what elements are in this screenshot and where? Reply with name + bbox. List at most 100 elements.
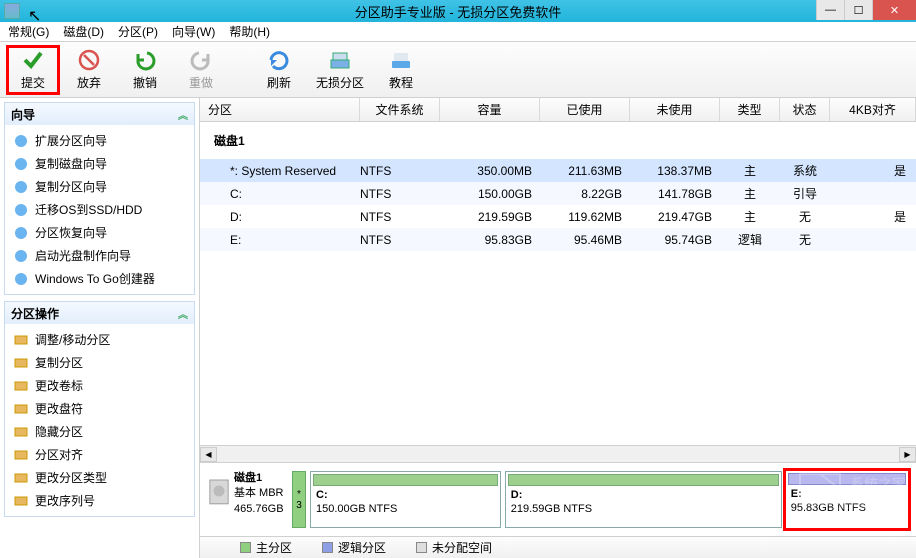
ops-item-label: 更改分区类型 xyxy=(35,469,107,486)
diskmap-reserved[interactable]: * 3 xyxy=(292,471,306,528)
tutorial-icon xyxy=(389,48,413,72)
diskmap-e-label: E: xyxy=(791,488,802,500)
ops-item-icon xyxy=(13,470,29,486)
redo-button[interactable]: 重做 xyxy=(174,45,228,95)
ops-item[interactable]: 更改盘符 xyxy=(7,397,192,420)
ops-item[interactable]: 更改分区类型 xyxy=(7,466,192,489)
disk-map: 磁盘1 基本 MBR 465.76GB * 3 C:150.00GB NTFS … xyxy=(200,462,916,536)
wizard-item[interactable]: 复制磁盘向导 xyxy=(7,152,192,175)
wizard-item[interactable]: 复制分区向导 xyxy=(7,175,192,198)
diskmap-type: 基本 MBR xyxy=(234,487,284,499)
diskmap-size: 465.76GB xyxy=(234,503,284,515)
ops-item[interactable]: 更改序列号 xyxy=(7,489,192,512)
ops-item[interactable]: 分区对齐 xyxy=(7,443,192,466)
menu-wizard[interactable]: 向导(W) xyxy=(172,23,215,40)
title-bar: 分区助手专业版 - 无损分区免费软件 — ☐ ✕ xyxy=(0,0,916,22)
cell-capacity: 350.00MB xyxy=(440,164,540,178)
scroll-left-button[interactable]: ◀ xyxy=(200,447,217,462)
col-filesystem[interactable]: 文件系统 xyxy=(360,98,440,121)
cell-type: 主 xyxy=(720,185,780,202)
ops-item[interactable]: 更改卷标 xyxy=(7,374,192,397)
legend-swatch-icon xyxy=(322,542,333,553)
diskmap-slim-bot: 3 xyxy=(296,500,302,511)
diskmap-d-label: D: xyxy=(511,489,523,501)
cell-state: 无 xyxy=(780,231,830,248)
cell-type: 主 xyxy=(720,162,780,179)
wizard-item[interactable]: 扩展分区向导 xyxy=(7,129,192,152)
col-type[interactable]: 类型 xyxy=(720,98,780,121)
wizard-item-label: 扩展分区向导 xyxy=(35,132,107,149)
menu-general[interactable]: 常规(G) xyxy=(8,23,49,40)
close-button[interactable]: ✕ xyxy=(872,0,916,20)
ops-item-label: 分区对齐 xyxy=(35,446,83,463)
ops-item[interactable]: 隐藏分区 xyxy=(7,420,192,443)
col-align[interactable]: 4KB对齐 xyxy=(830,98,916,121)
ops-item-icon xyxy=(13,424,29,440)
menu-disk[interactable]: 磁盘(D) xyxy=(63,23,104,40)
wizard-item-icon xyxy=(13,156,29,172)
wizard-item-label: 分区恢复向导 xyxy=(35,224,107,241)
wizard-item[interactable]: 迁移OS到SSD/HDD xyxy=(7,198,192,221)
bar-icon xyxy=(313,474,498,486)
menu-partition[interactable]: 分区(P) xyxy=(118,23,158,40)
wizard-item[interactable]: 启动光盘制作向导 xyxy=(7,244,192,267)
menu-help[interactable]: 帮助(H) xyxy=(229,23,270,40)
col-free[interactable]: 未使用 xyxy=(630,98,720,121)
horizontal-scrollbar[interactable]: ◀ ▶ xyxy=(200,445,916,462)
wizard-panel: 向导 ︽ 扩展分区向导复制磁盘向导复制分区向导迁移OS到SSD/HDD 分区恢复向… xyxy=(4,102,195,295)
cell-capacity: 95.83GB xyxy=(440,233,540,247)
commit-button[interactable]: 提交 xyxy=(6,45,60,95)
refresh-icon xyxy=(267,48,291,72)
col-partition[interactable]: 分区 xyxy=(200,98,360,121)
discard-label: 放弃 xyxy=(77,74,101,91)
wizard-panel-header[interactable]: 向导 ︽ xyxy=(5,103,194,125)
ops-item-label: 调整/移动分区 xyxy=(35,331,110,348)
col-used[interactable]: 已使用 xyxy=(540,98,630,121)
table-row[interactable]: C:NTFS150.00GB8.22GB141.78GB主引导 xyxy=(200,182,916,205)
diskmap-d-size: 219.59GB NTFS xyxy=(511,503,592,515)
legend-logical-label: 逻辑分区 xyxy=(338,539,386,556)
legend-primary-label: 主分区 xyxy=(256,539,292,556)
undo-button[interactable]: 撤销 xyxy=(118,45,172,95)
col-capacity[interactable]: 容量 xyxy=(440,98,540,121)
discard-button[interactable]: 放弃 xyxy=(62,45,116,95)
lossless-button[interactable]: 无损分区 xyxy=(308,45,372,95)
refresh-button[interactable]: 刷新 xyxy=(252,45,306,95)
diskmap-part-c[interactable]: C:150.00GB NTFS xyxy=(310,471,501,528)
table-row[interactable]: *: System ReservedNTFS350.00MB211.63MB13… xyxy=(200,159,916,182)
tutorial-button[interactable]: 教程 xyxy=(374,45,428,95)
cell-filesystem: NTFS xyxy=(360,187,440,201)
disk-map-info[interactable]: 磁盘1 基本 MBR 465.76GB xyxy=(208,471,288,528)
ops-item[interactable]: 调整/移动分区 xyxy=(7,328,192,351)
ops-item[interactable]: 复制分区 xyxy=(7,351,192,374)
cell-capacity: 219.59GB xyxy=(440,210,540,224)
minimize-button[interactable]: — xyxy=(816,0,844,20)
wizard-item[interactable]: Windows To Go创建器 xyxy=(7,267,192,290)
wizard-item-icon xyxy=(13,225,29,241)
diskmap-part-e[interactable]: E: 95.83GB NTFS xyxy=(783,468,911,531)
cell-type: 主 xyxy=(720,208,780,225)
discard-icon xyxy=(77,48,101,72)
diskmap-e-size: 95.83GB NTFS xyxy=(791,502,866,514)
wizard-item[interactable]: 分区恢复向导 xyxy=(7,221,192,244)
legend-logical: 逻辑分区 xyxy=(322,539,386,556)
ops-item-icon xyxy=(13,401,29,417)
partition-icon xyxy=(328,48,352,72)
ops-panel-header[interactable]: 分区操作 ︽ xyxy=(5,302,194,324)
scroll-right-button[interactable]: ▶ xyxy=(899,447,916,462)
legend-swatch-icon xyxy=(416,542,427,553)
ops-panel-title: 分区操作 xyxy=(11,305,59,322)
legend-swatch-icon xyxy=(240,542,251,553)
table-row[interactable]: D:NTFS219.59GB119.62MB219.47GB主无是 xyxy=(200,205,916,228)
col-state[interactable]: 状态 xyxy=(780,98,830,121)
cell-partition: C: xyxy=(200,187,360,201)
wizard-panel-title: 向导 xyxy=(11,106,35,123)
diskmap-part-d[interactable]: D: 219.59GB NTFS xyxy=(505,471,782,528)
table-row[interactable]: E:NTFS95.83GB95.46MB95.74GB逻辑无 xyxy=(200,228,916,251)
diskmap-c-label: C: xyxy=(316,489,328,501)
menu-bar: 常规(G) 磁盘(D) 分区(P) 向导(W) 帮助(H) xyxy=(0,22,916,42)
ops-item-icon xyxy=(13,332,29,348)
legend: 主分区 逻辑分区 未分配空间 xyxy=(200,536,916,558)
maximize-button[interactable]: ☐ xyxy=(844,0,872,20)
wizard-item-icon xyxy=(13,202,29,218)
